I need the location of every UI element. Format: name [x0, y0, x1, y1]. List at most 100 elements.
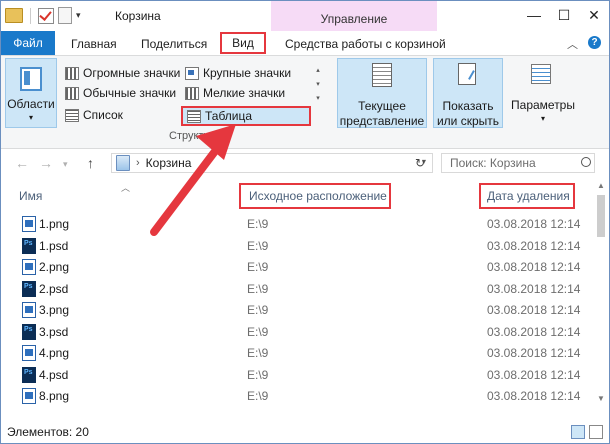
- list-view-icon: [65, 108, 79, 122]
- photoshop-file-icon: [22, 323, 36, 340]
- column-original-location[interactable]: Исходное расположение: [239, 183, 391, 209]
- file-date-deleted: 03.08.2018 12:14: [487, 367, 581, 382]
- properties-icon[interactable]: [38, 7, 54, 24]
- file-row[interactable]: 4.psd E:\9 03.08.2018 12:14: [1, 364, 593, 386]
- file-name: 2.png: [39, 260, 70, 274]
- file-row[interactable]: 2.png E:\9 03.08.2018 12:14: [1, 256, 593, 278]
- file-date-deleted: 03.08.2018 12:14: [487, 303, 581, 317]
- customize-qat-icon[interactable]: ▾: [76, 10, 81, 21]
- column-name[interactable]: Имя: [19, 189, 42, 211]
- window-controls: — ☐ ✕: [519, 1, 609, 29]
- file-original-location: E:\9: [247, 238, 269, 253]
- view-switcher: [571, 425, 603, 439]
- show-hide-icon: [458, 63, 476, 85]
- maximize-button[interactable]: ☐: [549, 1, 579, 29]
- image-file-icon: [22, 216, 36, 232]
- layout-small-icons[interactable]: Мелкие значки: [185, 84, 285, 102]
- layout-normal-icons[interactable]: Обычные значки: [65, 84, 176, 102]
- current-view-icon: [372, 63, 392, 87]
- new-folder-icon[interactable]: [58, 7, 72, 24]
- show-hide-button[interactable]: Показать или скрыть: [433, 58, 503, 128]
- file-date-deleted: 03.08.2018 12:14: [487, 238, 581, 253]
- huge-icons-icon: [65, 66, 79, 80]
- chevron-up-icon[interactable]: ︿: [567, 36, 578, 52]
- tab-share[interactable]: Поделиться: [141, 37, 207, 51]
- file-original-location: E:\9: [247, 260, 269, 274]
- options-label: Параметры: [511, 98, 575, 112]
- file-row[interactable]: 1.png E:\9 03.08.2018 12:14: [1, 213, 593, 235]
- current-view-button[interactable]: Текущее представление: [337, 58, 427, 128]
- file-name: 3.psd: [39, 324, 69, 339]
- ribbon-view: Области ▾ Огромные значки Крупные значки…: [1, 56, 609, 149]
- chevron-down-icon: ▾: [28, 113, 33, 122]
- file-row[interactable]: 8.png E:\9 03.08.2018 12:14: [1, 385, 593, 407]
- image-file-icon: [22, 345, 36, 361]
- file-original-location: E:\9: [247, 303, 269, 317]
- explorer-window: ▾ Корзина Управление — ☐ ✕ Файл Главная …: [0, 0, 610, 444]
- chevron-down-icon: ▾: [540, 114, 545, 123]
- file-row[interactable]: 2.psd E:\9 03.08.2018 12:14: [1, 278, 593, 300]
- breadcrumb[interactable]: Корзина: [146, 156, 192, 170]
- file-list: 1.png E:\9 03.08.2018 12:14 1.psd E:\9 03.08.…: [1, 213, 593, 407]
- layout-table-label: Таблица: [205, 109, 253, 123]
- details-view-icon: [187, 109, 201, 123]
- qat-separator: [30, 7, 31, 24]
- ribbon-controls: ︿ ?: [567, 36, 601, 52]
- file-original-location: E:\9: [247, 346, 269, 360]
- tab-home[interactable]: Главная: [71, 37, 117, 51]
- file-date-deleted: 03.08.2018 12:14: [487, 260, 581, 274]
- details-view-icon[interactable]: [571, 425, 585, 439]
- navigation-bar: ← → ▾ ↑ › Корзина ▾ ↻ Поиск: Корзина: [1, 153, 609, 175]
- file-date-deleted: 03.08.2018 12:14: [487, 324, 581, 339]
- window-title: Корзина: [115, 9, 161, 23]
- up-icon[interactable]: ↑: [87, 155, 94, 171]
- manage-contextual-tab: Управление: [271, 1, 437, 31]
- column-date-deleted[interactable]: Дата удаления: [479, 183, 575, 209]
- title-bar: ▾ Корзина Управление — ☐ ✕: [1, 1, 609, 31]
- help-icon[interactable]: ?: [588, 36, 601, 49]
- tab-recycle-tools[interactable]: Средства работы с корзиной: [285, 37, 446, 51]
- layout-large-icons[interactable]: Крупные значки: [185, 64, 291, 82]
- file-row[interactable]: 3.png E:\9 03.08.2018 12:14: [1, 299, 593, 321]
- options-button[interactable]: Параметры ▾: [505, 58, 581, 126]
- file-name: 1.png: [39, 217, 70, 231]
- options-icon: [531, 64, 551, 84]
- layout-table[interactable]: Таблица: [181, 106, 311, 126]
- tab-view[interactable]: Вид: [220, 32, 266, 54]
- layout-huge-label: Огромные значки: [83, 66, 181, 80]
- image-file-icon: [22, 259, 36, 275]
- file-row[interactable]: 4.png E:\9 03.08.2018 12:14: [1, 342, 593, 364]
- layout-huge-icons[interactable]: Огромные значки: [65, 64, 180, 82]
- file-row[interactable]: 1.psd E:\9 03.08.2018 12:14: [1, 235, 593, 257]
- vertical-scrollbar[interactable]: ▲ ▼: [595, 181, 607, 403]
- normal-icons-icon: [65, 86, 79, 100]
- file-row[interactable]: 3.psd E:\9 03.08.2018 12:14: [1, 321, 593, 343]
- panes-button[interactable]: Области ▾: [5, 58, 57, 128]
- small-icons-icon: [185, 86, 199, 100]
- tab-file[interactable]: Файл: [1, 31, 55, 55]
- search-input[interactable]: Поиск: Корзина: [441, 153, 595, 173]
- address-bar[interactable]: › Корзина ▾: [111, 153, 433, 173]
- image-file-icon: [22, 302, 36, 318]
- minimize-button[interactable]: —: [519, 1, 549, 29]
- file-date-deleted: 03.08.2018 12:14: [487, 346, 581, 360]
- recent-icon[interactable]: ▾: [63, 155, 68, 171]
- layout-list[interactable]: Список: [65, 106, 123, 124]
- file-original-location: E:\9: [247, 389, 269, 403]
- scroll-thumb[interactable]: [597, 195, 605, 237]
- close-button[interactable]: ✕: [579, 1, 609, 29]
- file-name: 3.png: [39, 303, 70, 317]
- scroll-down-icon[interactable]: ▼: [597, 394, 605, 403]
- forward-icon[interactable]: →: [39, 155, 53, 171]
- breadcrumb-chevron-icon[interactable]: ›: [136, 157, 140, 169]
- file-name: 4.psd: [39, 367, 69, 382]
- large-icons-view-icon[interactable]: [589, 425, 603, 439]
- layout-large-label: Крупные значки: [203, 66, 292, 80]
- back-icon[interactable]: ←: [15, 155, 29, 171]
- show-hide-label: Показать или скрыть: [436, 99, 500, 128]
- search-icon[interactable]: [581, 157, 591, 167]
- scroll-up-icon[interactable]: ▲: [597, 181, 605, 190]
- layout-gallery-scroll[interactable]: ▴ ▾ ▾: [313, 64, 323, 122]
- photoshop-file-icon: [22, 280, 36, 297]
- refresh-icon[interactable]: ↻: [415, 156, 425, 170]
